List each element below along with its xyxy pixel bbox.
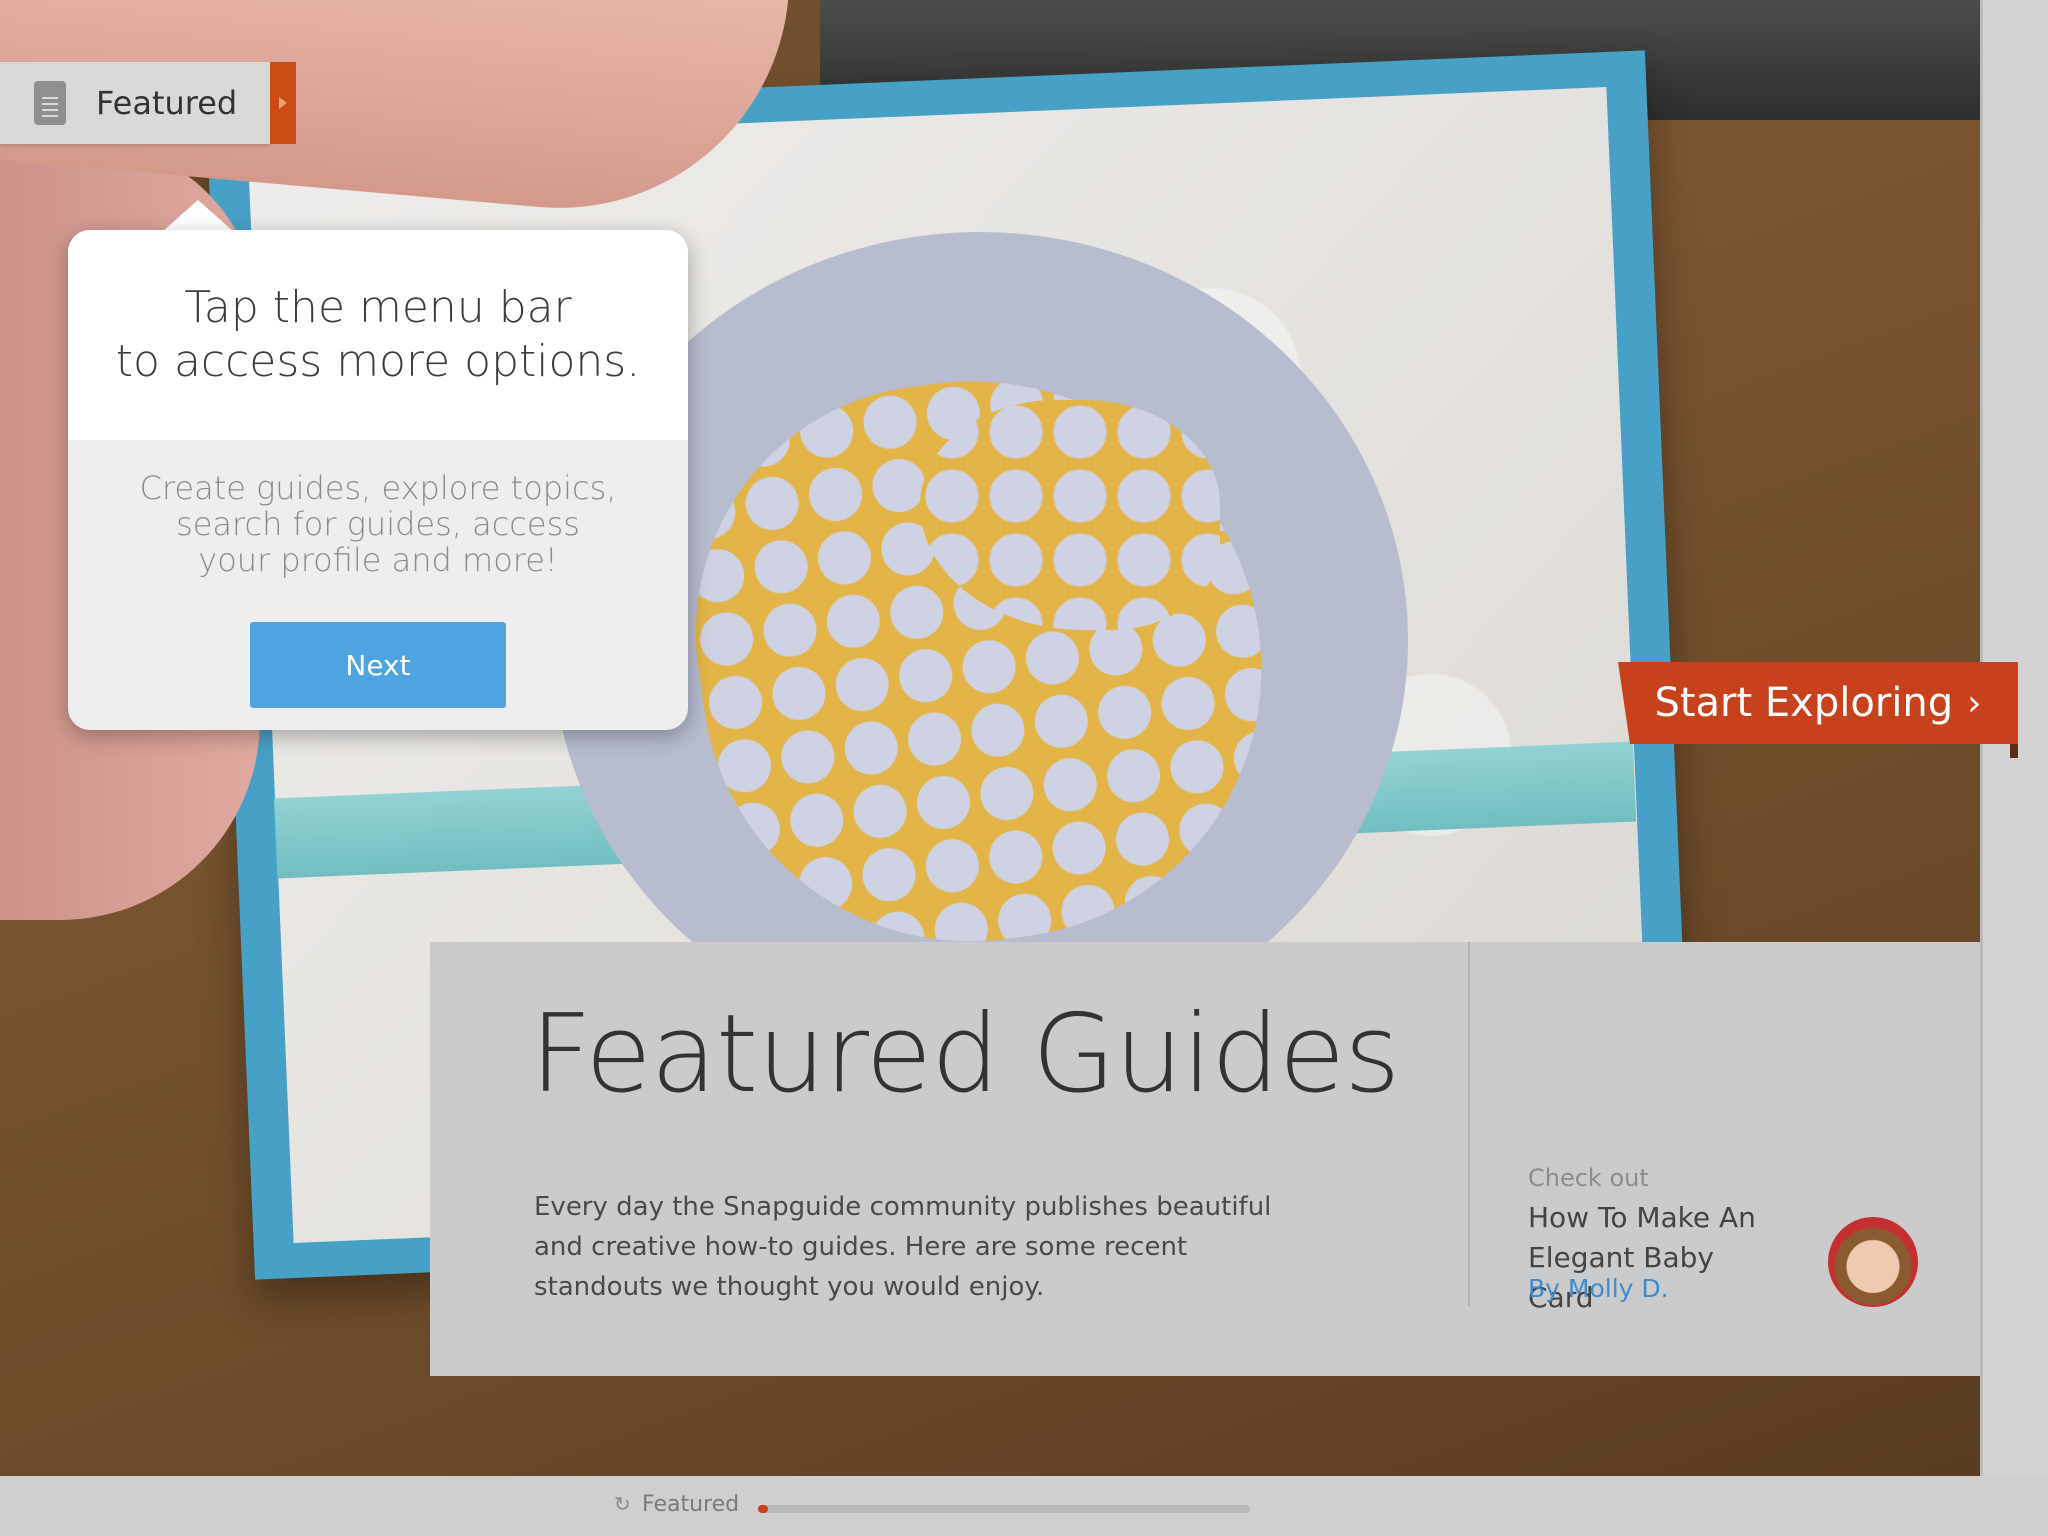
next-button[interactable]: Next — [250, 622, 506, 708]
check-out-label: Check out — [1528, 1164, 1649, 1192]
tooltip-headline-line2: to access more options. — [115, 336, 641, 387]
tooltip-body-line3: your profile and more! — [198, 541, 558, 579]
panel-divider — [1468, 942, 1470, 1306]
status-bar: ↻ Featured — [0, 1476, 2048, 1536]
tooltip-arrow — [162, 200, 234, 232]
refresh-icon: ↻ — [614, 1492, 631, 1516]
menu-bar-label: Featured — [96, 84, 238, 122]
menu-bar[interactable]: Featured — [0, 62, 270, 144]
guide-author-link[interactable]: By Molly D. — [1528, 1274, 1669, 1303]
tooltip-headline-line1: Tap the menu bar — [184, 282, 572, 333]
progress-bar-fill — [758, 1505, 768, 1513]
progress-bar — [758, 1505, 1250, 1513]
tooltip-body-line1: Create guides, explore topics, — [139, 469, 617, 507]
tooltip-body-line2: search for guides, access — [176, 505, 580, 543]
onboarding-tooltip: Tap the menu bar to access more options.… — [68, 230, 688, 730]
featured-description: Every day the Snapguide community publis… — [534, 1192, 1272, 1302]
featured-panel: Featured Guides Every day the Snapguide … — [430, 942, 1980, 1376]
tooltip-header: Tap the menu bar to access more options. — [68, 230, 688, 440]
page-title: Featured Guides — [530, 992, 1400, 1117]
tooltip-body: Create guides, explore topics, search fo… — [68, 440, 688, 708]
menu-tab-handle[interactable] — [270, 62, 296, 144]
start-exploring-fold — [2010, 744, 2018, 758]
avatar[interactable] — [1828, 1217, 1918, 1307]
status-bar-label: Featured — [642, 1492, 740, 1517]
document-list-icon — [34, 81, 66, 125]
start-exploring-button[interactable]: Start Exploring › — [1618, 662, 2018, 744]
chevron-right-icon: › — [1967, 682, 1982, 724]
start-exploring-label: Start Exploring — [1654, 680, 1954, 726]
